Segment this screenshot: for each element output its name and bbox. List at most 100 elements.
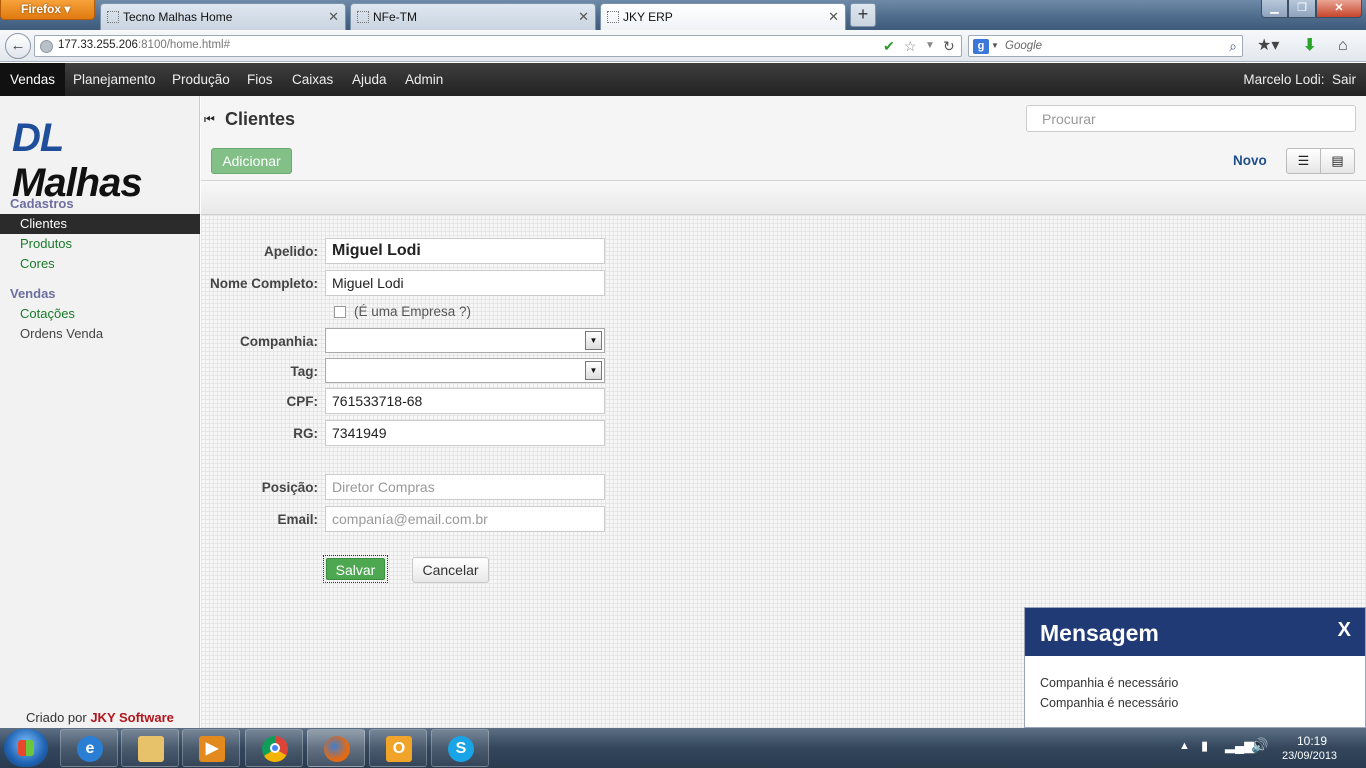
mode-label: Novo [1233, 153, 1267, 168]
close-window-button[interactable]: ✕ [1316, 0, 1362, 18]
page-icon [607, 11, 619, 23]
menu-vendas[interactable]: Vendas [0, 63, 66, 96]
bookmark-star-icon[interactable]: ☆ [904, 38, 917, 54]
tag-label: Tag: [290, 364, 319, 379]
signal-icon[interactable]: ▂▄▆ [1225, 738, 1254, 754]
taskbar: e ▶ O S ▲ ▮ ▂▄▆ 🔊 10:19 23/09/2013 [0, 728, 1366, 768]
main-header: ⏮ Clientes Procurar Adicionar Novo ☰ ▤ [201, 96, 1366, 181]
sub-header-bar [201, 181, 1366, 215]
apelido-label: Apelido: [264, 244, 318, 259]
credits: Criado por JKY Software [26, 710, 174, 725]
network-icon[interactable]: ▮ [1201, 738, 1208, 754]
search-input[interactable]: Procurar [1026, 105, 1356, 132]
chevron-down-icon[interactable]: ▼ [585, 361, 602, 380]
sidebar-item-clientes[interactable]: Clientes [0, 214, 200, 234]
logo: DL Malhas [12, 116, 143, 205]
app-menu-bar: Vendas Planejamento Produção Fios Caixas… [0, 63, 1366, 96]
collapse-sidebar-icon[interactable]: ⏮ [204, 112, 215, 127]
close-tab-icon[interactable]: ✕ [328, 9, 339, 25]
check-icon: ✔ [883, 38, 895, 54]
taskbar-explorer[interactable] [121, 729, 179, 767]
user-name: Marcelo Lodi: [1243, 72, 1325, 87]
browser-tab-jky-erp[interactable]: JKY ERP ✕ [600, 3, 846, 31]
reload-icon[interactable]: ↻ [943, 38, 955, 54]
firefox-menu-label: Firefox [21, 2, 62, 16]
show-hidden-icons-icon[interactable]: ▲ [1179, 740, 1190, 752]
taskbar-media-player[interactable]: ▶ [182, 729, 240, 767]
posicao-label: Posição: [261, 480, 318, 495]
chrome-icon [262, 736, 288, 762]
minimize-window-button[interactable]: ▁ [1261, 0, 1288, 18]
sidebar-item-produtos[interactable]: Produtos [0, 234, 200, 254]
home-icon[interactable]: ⌂ [1338, 36, 1348, 56]
nome-field[interactable]: Miguel Lodi [325, 270, 605, 296]
taskbar-chrome[interactable] [245, 729, 303, 767]
logout-link[interactable]: Sair [1332, 72, 1356, 87]
browser-tab-strip: Firefox ▾ Tecno Malhas Home ✕ NFe-TM ✕ J… [0, 0, 1366, 31]
google-icon[interactable]: g [973, 39, 989, 54]
menu-fios[interactable]: Fios [237, 63, 283, 96]
taskbar-ie[interactable]: e [60, 729, 118, 767]
clock-time[interactable]: 10:19 [1297, 734, 1327, 748]
menu-planejamento[interactable]: Planejamento [63, 63, 166, 96]
globe-icon [40, 40, 53, 53]
posicao-field[interactable]: Diretor Compras [325, 474, 605, 500]
add-button[interactable]: Adicionar [211, 148, 292, 174]
cancel-button[interactable]: Cancelar [412, 557, 489, 583]
close-message-button[interactable]: X [1338, 619, 1351, 642]
message-title: Mensagem [1040, 620, 1159, 646]
bookmarks-icon[interactable]: ★▾ [1257, 36, 1279, 56]
firefox-icon [324, 736, 350, 762]
back-button[interactable]: ← [5, 33, 31, 59]
sidebar-item-cores[interactable]: Cores [0, 254, 200, 274]
taskbar-outlook[interactable]: O [369, 729, 427, 767]
history-dropdown-icon[interactable]: ▼ [925, 38, 935, 54]
cpf-field[interactable]: 761533718-68 [325, 388, 605, 414]
sidebar-item-ordens-venda[interactable]: Ordens Venda [0, 324, 200, 344]
menu-ajuda[interactable]: Ajuda [342, 63, 397, 96]
page-title: Clientes [225, 109, 296, 129]
close-tab-icon[interactable]: ✕ [828, 9, 839, 25]
credits-brand-link[interactable]: JKY Software [90, 710, 174, 725]
empresa-label: (É uma Empresa ?) [354, 304, 472, 319]
companhia-select[interactable]: ▼ [325, 328, 605, 353]
tab-label: Tecno Malhas Home [123, 10, 233, 24]
maximize-window-button[interactable]: ❐ [1288, 0, 1316, 18]
sidebar-section-vendas: Vendas [10, 286, 56, 301]
email-field[interactable]: companía@email.com.br [325, 506, 605, 532]
search-bar[interactable]: g ▼ Google ⌕ [968, 35, 1243, 57]
user-area: Marcelo Lodi: Sair [1243, 63, 1356, 96]
sidebar-item-cotacoes[interactable]: Cotações [0, 304, 200, 324]
menu-admin[interactable]: Admin [395, 63, 453, 96]
taskbar-firefox[interactable] [307, 729, 365, 767]
browser-tab-tecno-malhas[interactable]: Tecno Malhas Home ✕ [100, 3, 346, 30]
save-button-label: Salvar [326, 558, 385, 580]
save-button[interactable]: Salvar [323, 555, 388, 583]
volume-icon[interactable]: 🔊 [1251, 737, 1268, 754]
menu-producao[interactable]: Produção [162, 63, 240, 96]
close-tab-icon[interactable]: ✕ [578, 9, 589, 25]
skype-icon: S [448, 736, 474, 762]
empresa-checkbox[interactable] [334, 306, 346, 318]
download-icon[interactable]: ⬇ [1303, 36, 1316, 56]
clock-date[interactable]: 23/09/2013 [1282, 750, 1337, 762]
taskbar-skype[interactable]: S [431, 729, 489, 767]
media-player-icon: ▶ [199, 736, 225, 762]
apelido-field[interactable]: Miguel Lodi [325, 238, 605, 264]
engine-dropdown-icon[interactable]: ▼ [991, 41, 999, 50]
start-button[interactable] [4, 729, 48, 767]
browser-nav-bar: ← 177.33.255.206:8100/home.html# ✔ ☆ ▼ ↻… [0, 30, 1366, 62]
nome-label: Nome Completo: [210, 276, 318, 291]
firefox-menu-button[interactable]: Firefox ▾ [0, 0, 95, 20]
tag-select[interactable]: ▼ [325, 358, 605, 383]
search-icon[interactable]: ⌕ [1229, 38, 1237, 55]
form-view-button[interactable]: ▤ [1320, 148, 1355, 174]
list-view-button[interactable]: ☰ [1286, 148, 1321, 174]
menu-caixas[interactable]: Caixas [282, 63, 343, 96]
browser-tab-nfe[interactable]: NFe-TM ✕ [350, 3, 596, 30]
new-tab-button[interactable]: + [850, 3, 876, 27]
form-icon: ▤ [1331, 153, 1344, 168]
chevron-down-icon[interactable]: ▼ [585, 331, 602, 350]
rg-field[interactable]: 7341949 [325, 420, 605, 446]
url-bar[interactable]: 177.33.255.206:8100/home.html# ✔ ☆ ▼ ↻ [34, 35, 962, 57]
